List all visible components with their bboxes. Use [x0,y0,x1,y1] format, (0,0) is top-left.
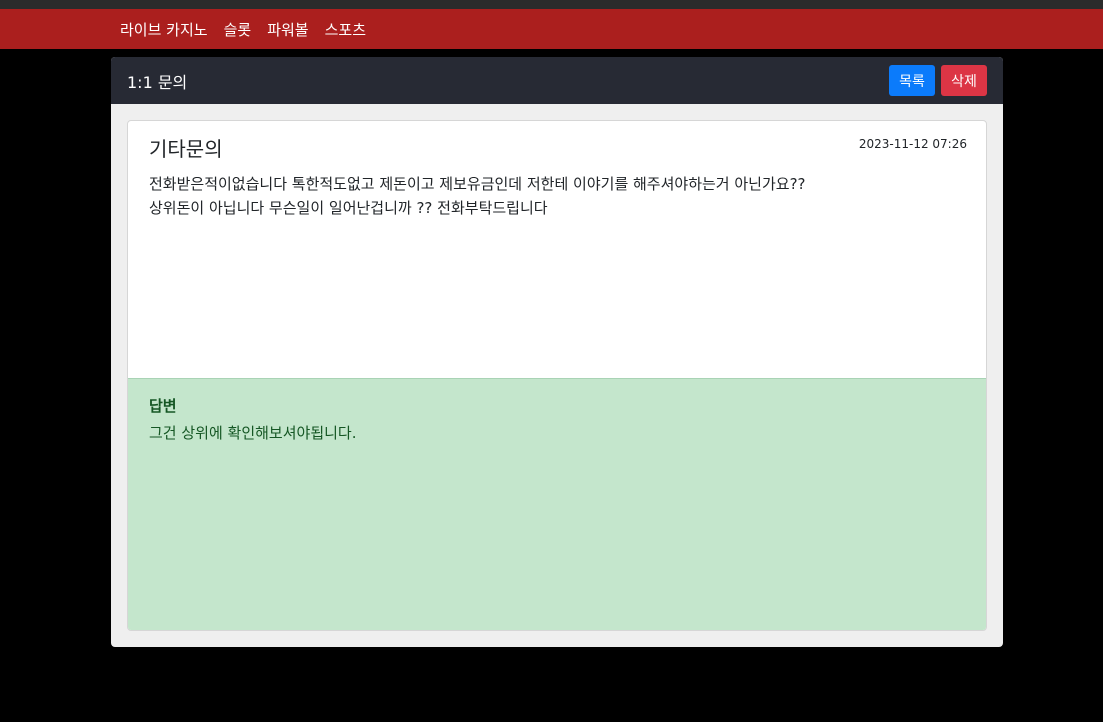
question-title: 기타문의 [149,137,223,161]
inquiry-card: 기타문의 2023-11-12 07:26 전화받은적이없습니다 톡한적도없고 … [127,120,987,631]
delete-button[interactable]: 삭제 [941,65,987,96]
panel-header: 1:1 문의 목록 삭제 [111,57,1003,104]
list-button[interactable]: 목록 [889,65,935,96]
answer-body: 그건 상위에 확인해보셔야됩니다. [149,424,357,442]
answer-title: 답변 [149,397,177,415]
question-date: 2023-11-12 07:26 [858,137,967,151]
top-strip [0,0,1103,9]
panel-title: 1:1 문의 [127,72,188,92]
nav-item-slot[interactable]: 슬롯 [224,19,252,40]
nav-item-powerball[interactable]: 파워볼 [267,19,308,40]
question-section: 기타문의 2023-11-12 07:26 전화받은적이없습니다 톡한적도없고 … [128,121,986,378]
top-navbar: 라이브 카지노 슬롯 파워볼 스포츠 [0,9,1103,49]
nav-item-live-casino[interactable]: 라이브 카지노 [120,19,208,40]
nav-item-sports[interactable]: 스포츠 [325,19,366,40]
question-body: 전화받은적이없습니다 톡한적도없고 제돈이고 제보유금인데 저한테 이야기를 해… [149,175,806,217]
inquiry-panel: 1:1 문의 목록 삭제 기타문의 2023-11-12 07:26 전화받은적… [111,57,1003,647]
header-buttons: 목록 삭제 [889,65,987,96]
answer-section: 답변 그건 상위에 확인해보셔야됩니다. [128,378,986,630]
